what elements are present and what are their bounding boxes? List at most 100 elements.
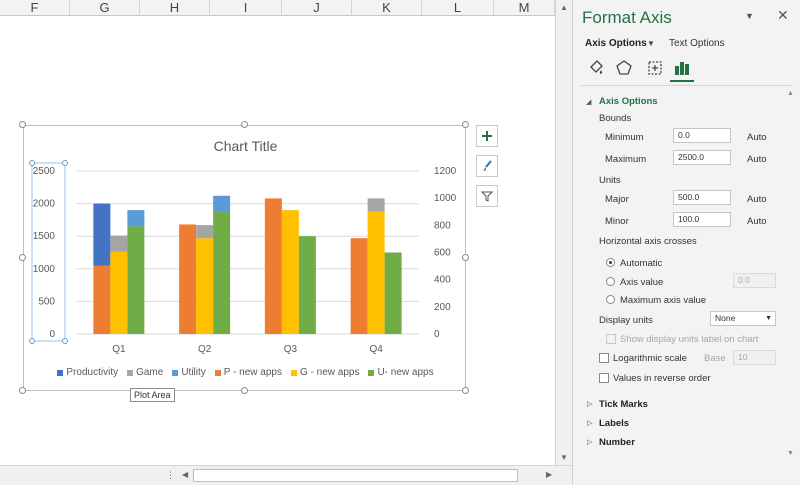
expand-triangle-icon[interactable]: ▷ [587, 438, 592, 446]
column-header-l[interactable]: L [422, 0, 494, 16]
minimum-reset-auto[interactable]: Auto [747, 132, 767, 143]
bounds-label: Bounds [599, 113, 632, 124]
reverse-order-label[interactable]: Values in reverse order [613, 373, 711, 384]
maximum-label: Maximum [605, 154, 647, 165]
axis-selection-handle [29, 160, 35, 166]
plot-area-tooltip: Plot Area [130, 388, 175, 402]
fill-line-icon[interactable] [585, 58, 607, 78]
legend-item[interactable]: Game [127, 367, 163, 378]
chart-filters-button[interactable] [476, 185, 498, 207]
scroll-down-arrow[interactable]: ▼ [560, 453, 568, 462]
close-icon[interactable]: ✕ [777, 7, 789, 24]
show-units-label-text[interactable]: Show display units label on chart [620, 334, 758, 345]
base-input[interactable]: 10 [733, 350, 776, 365]
column-header-f[interactable]: F [0, 0, 70, 16]
radio-maximum-axis-value[interactable] [606, 295, 615, 304]
pane-divider [581, 85, 793, 86]
column-header-j[interactable]: J [282, 0, 352, 16]
display-units-select[interactable]: None ▼ [710, 311, 776, 326]
major-reset-auto[interactable]: Auto [747, 194, 767, 205]
tab-text-options[interactable]: Text Options [669, 38, 725, 49]
y-right-tick-label: 800 [434, 220, 451, 231]
legend-item[interactable]: U- new apps [368, 367, 434, 378]
column-header-g[interactable]: G [70, 0, 140, 16]
pane-scrollbar[interactable]: ▲ ▼ [787, 90, 795, 460]
resize-handle-top[interactable] [241, 121, 248, 128]
expand-triangle-icon[interactable]: ▷ [587, 400, 592, 408]
section-labels[interactable]: Labels [599, 418, 629, 429]
scroll-split-dots-icon[interactable]: ⋮ [166, 470, 175, 481]
bar-game-q4 [367, 198, 385, 212]
chart-area[interactable]: Chart Title 0 500 1000 1500 2000 2500 0 200 400 6… [23, 125, 466, 391]
show-units-label-checkbox[interactable] [606, 334, 616, 344]
chevron-down-icon[interactable]: ▼ [745, 11, 754, 21]
legend-item[interactable]: P - new apps [214, 367, 282, 378]
resize-handle-bottom-left[interactable] [19, 387, 26, 394]
maximum-input[interactable]: 2500.0 [673, 150, 731, 165]
y-right-tick-label: 200 [434, 302, 451, 313]
y-right-tick-label: 1000 [434, 193, 457, 204]
chart-styles-button[interactable] [476, 155, 498, 177]
resize-handle-right[interactable] [462, 254, 469, 261]
chart-legend[interactable]: Productivity Game Utility P - new apps G - n… [24, 367, 467, 378]
resize-handle-top-right[interactable] [462, 121, 469, 128]
section-tick-marks[interactable]: Tick Marks [599, 399, 648, 410]
size-properties-icon[interactable] [644, 58, 666, 78]
chart-elements-button[interactable] [476, 125, 498, 147]
column-header-h[interactable]: H [140, 0, 210, 16]
scroll-right-arrow[interactable]: ▶ [546, 470, 552, 479]
maximum-reset-auto[interactable]: Auto [747, 154, 767, 165]
vertical-scrollbar[interactable]: ▲ ▼ [555, 0, 572, 465]
effects-pentagon-icon[interactable] [613, 58, 635, 78]
legend-swatch [290, 369, 297, 376]
spreadsheet-area: FGHIJKLM Chart Title 0 500 1000 1500 2000 250… [0, 0, 572, 485]
resize-handle-top-left[interactable] [19, 121, 26, 128]
units-label: Units [599, 175, 621, 186]
column-header-k[interactable]: K [352, 0, 422, 16]
radio-maximum-axis-value-label[interactable]: Maximum axis value [620, 295, 706, 306]
column-header-m[interactable]: M [494, 0, 555, 16]
major-input[interactable]: 500.0 [673, 190, 731, 205]
legend-item[interactable]: G - new apps [290, 367, 359, 378]
scroll-up-arrow[interactable]: ▲ [560, 3, 568, 12]
collapse-triangle-icon[interactable]: ◢ [586, 98, 591, 106]
y-left-tick-label: 1500 [33, 231, 56, 242]
scroll-left-arrow[interactable]: ◀ [182, 470, 188, 479]
bar-utility-q1 [127, 210, 145, 227]
bar-game-q2 [196, 225, 214, 239]
legend-label: U- new apps [377, 367, 434, 378]
base-label: Base [704, 353, 726, 364]
horizontal-scroll-thumb[interactable] [193, 469, 518, 482]
minor-input[interactable]: 100.0 [673, 212, 731, 227]
legend-item[interactable]: Utility [172, 367, 206, 378]
plot-area[interactable]: 0 500 1000 1500 2000 2500 0 200 400 600 800 1000 120… [24, 126, 467, 392]
column-header-i[interactable]: I [210, 0, 282, 16]
radio-automatic[interactable] [606, 258, 615, 267]
pane-scroll-down-arrow[interactable]: ▼ [787, 450, 794, 457]
horizontal-scrollbar[interactable]: ⋮ ◀ ▶ [0, 465, 572, 485]
column-headers: FGHIJKLM [0, 0, 572, 16]
axis-value-input[interactable]: 0.0 [733, 273, 776, 288]
resize-handle-bottom[interactable] [241, 387, 248, 394]
x-category-label: Q4 [369, 344, 383, 355]
pane-scroll-up-arrow[interactable]: ▲ [787, 90, 794, 97]
logarithmic-scale-checkbox[interactable] [599, 353, 609, 363]
expand-triangle-icon[interactable]: ▷ [587, 419, 592, 427]
section-number[interactable]: Number [599, 437, 635, 448]
selected-vertical-axis[interactable] [31, 162, 66, 342]
legend-label: P - new apps [223, 367, 282, 378]
minimum-input[interactable]: 0.0 [673, 128, 731, 143]
legend-item[interactable]: Productivity [57, 367, 118, 378]
axis-options-bar-icon[interactable] [671, 58, 693, 78]
resize-handle-left[interactable] [19, 254, 26, 261]
resize-handle-bottom-right[interactable] [462, 387, 469, 394]
radio-axis-value-label[interactable]: Axis value [620, 277, 663, 288]
minor-reset-auto[interactable]: Auto [747, 216, 767, 227]
radio-axis-value[interactable] [606, 277, 615, 286]
tab-axis-options[interactable]: Axis Options [585, 38, 647, 49]
logarithmic-scale-label[interactable]: Logarithmic scale [613, 353, 687, 364]
section-axis-options[interactable]: Axis Options [599, 96, 658, 107]
reverse-order-checkbox[interactable] [599, 373, 609, 383]
tab-options-dropdown-icon[interactable]: ▼ [647, 39, 655, 48]
radio-automatic-label[interactable]: Automatic [620, 258, 662, 269]
